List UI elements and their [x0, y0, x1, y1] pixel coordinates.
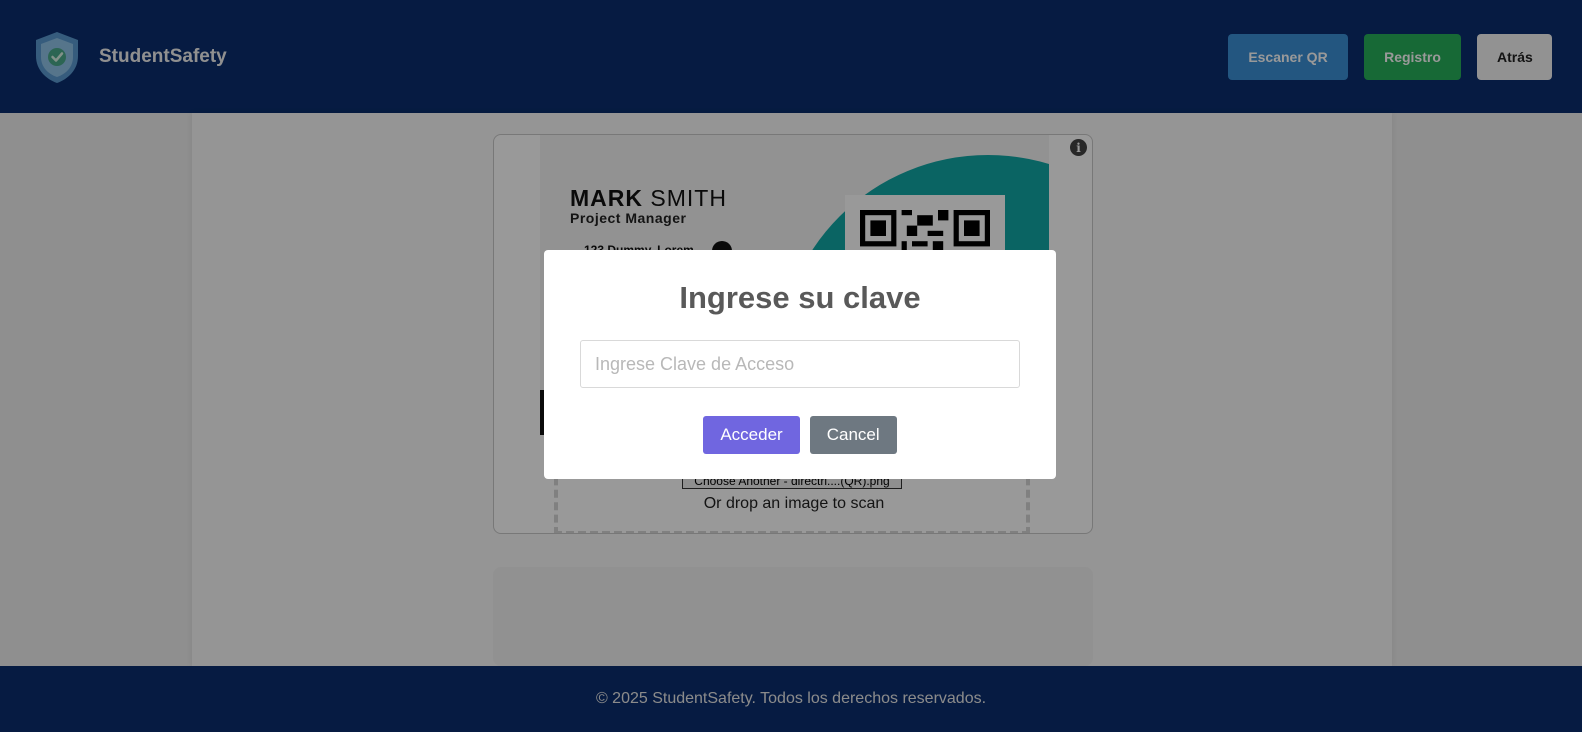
confirm-button[interactable]: Acceder [703, 416, 800, 454]
cancel-button[interactable]: Cancel [809, 416, 897, 454]
dialog-actions: Acceder Cancel [544, 416, 1056, 454]
access-key-dialog: Ingrese su clave Acceder Cancel [544, 250, 1056, 479]
access-key-input[interactable] [580, 340, 1020, 388]
dialog-title: Ingrese su clave [679, 280, 921, 315]
